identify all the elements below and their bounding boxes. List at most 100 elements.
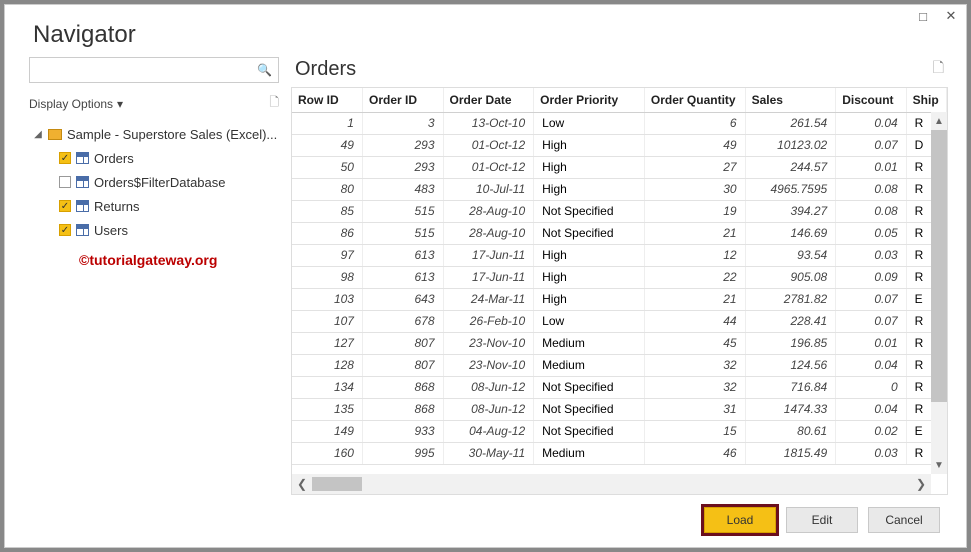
table-row[interactable]: 8551528-Aug-10Not Specified19394.270.08R — [292, 200, 947, 222]
cell: 196.85 — [745, 332, 836, 354]
cell: Not Specified — [534, 376, 645, 398]
table-row[interactable]: 10364324-Mar-11High212781.820.07E — [292, 288, 947, 310]
table-row[interactable]: 8048310-Jul-11High304965.75950.08R — [292, 178, 947, 200]
column-header[interactable]: Row ID — [292, 88, 362, 112]
cell: 716.84 — [745, 376, 836, 398]
cell: 0.02 — [836, 420, 906, 442]
cell: 23-Nov-10 — [443, 354, 534, 376]
cell: 44 — [644, 310, 745, 332]
checkbox[interactable]: ✓ — [59, 224, 71, 236]
table-row[interactable]: 13586808-Jun-12Not Specified311474.330.0… — [292, 398, 947, 420]
table-row[interactable]: 13486808-Jun-12Not Specified32716.840R — [292, 376, 947, 398]
cell: 2781.82 — [745, 288, 836, 310]
cell: 0.04 — [836, 112, 906, 134]
edit-button[interactable]: Edit — [786, 507, 858, 533]
display-options-label: Display Options — [29, 97, 113, 111]
cell: 32 — [644, 376, 745, 398]
cell: 905.08 — [745, 266, 836, 288]
table-row[interactable]: 14993304-Aug-12Not Specified1580.610.02E — [292, 420, 947, 442]
cell: 6 — [644, 112, 745, 134]
cell: 30-May-11 — [443, 442, 534, 464]
tree-item[interactable]: ✓ Returns — [29, 194, 279, 218]
cell: 0.07 — [836, 288, 906, 310]
cell: 0.04 — [836, 398, 906, 420]
vertical-scrollbar[interactable]: ▲ ▼ — [931, 112, 947, 474]
cell: 0 — [836, 376, 906, 398]
cell: 45 — [644, 332, 745, 354]
search-input[interactable] — [36, 63, 257, 77]
tree-item[interactable]: Orders$FilterDatabase — [29, 170, 279, 194]
preview-options-icon[interactable]: 🗋 — [933, 57, 944, 81]
column-header[interactable]: Order Priority — [534, 88, 645, 112]
cell: 995 — [362, 442, 443, 464]
column-header[interactable]: Discount — [836, 88, 906, 112]
scroll-down-icon[interactable]: ▼ — [931, 456, 947, 474]
table-row[interactable]: 4929301-Oct-12High4910123.020.07D — [292, 134, 947, 156]
search-input-container[interactable]: 🔍 — [29, 57, 279, 83]
cell: Not Specified — [534, 200, 645, 222]
column-header[interactable]: Order Quantity — [644, 88, 745, 112]
table-icon — [76, 224, 89, 236]
cell: 22 — [644, 266, 745, 288]
table-row[interactable]: 5029301-Oct-12High27244.570.01R — [292, 156, 947, 178]
page-title: Navigator — [5, 21, 966, 57]
tree-item-label: Returns — [94, 199, 140, 214]
chevron-down-icon: ▾ — [117, 97, 123, 111]
checkbox[interactable]: ✓ — [59, 152, 71, 164]
cell: 24-Mar-11 — [443, 288, 534, 310]
cell: 1474.33 — [745, 398, 836, 420]
checkbox[interactable] — [59, 176, 71, 188]
table-row[interactable]: 12880723-Nov-10Medium32124.560.04R — [292, 354, 947, 376]
cell: 13-Oct-10 — [443, 112, 534, 134]
cell: 0.01 — [836, 332, 906, 354]
cell: 135 — [292, 398, 362, 420]
table-row[interactable]: 9761317-Jun-11High1293.540.03R — [292, 244, 947, 266]
cell: 01-Oct-12 — [443, 156, 534, 178]
scroll-right-icon[interactable]: ❯ — [911, 477, 931, 491]
table-row[interactable]: 16099530-May-11Medium461815.490.03R — [292, 442, 947, 464]
search-icon[interactable]: 🔍 — [257, 63, 272, 77]
load-button[interactable]: Load — [704, 507, 776, 533]
display-options[interactable]: Display Options ▾ 🗋 — [29, 89, 279, 122]
cell: 678 — [362, 310, 443, 332]
cell: 49 — [292, 134, 362, 156]
button-bar: Load Edit Cancel — [5, 495, 966, 547]
table-row[interactable]: 8651528-Aug-10Not Specified21146.690.05R — [292, 222, 947, 244]
tree-item[interactable]: ✓ Orders — [29, 146, 279, 170]
cell: 10123.02 — [745, 134, 836, 156]
collapse-icon[interactable]: ◢ — [33, 129, 43, 140]
cell: 04-Aug-12 — [443, 420, 534, 442]
cell: 643 — [362, 288, 443, 310]
checkbox[interactable]: ✓ — [59, 200, 71, 212]
column-header[interactable]: Order Date — [443, 88, 534, 112]
tree-root[interactable]: ◢ Sample - Superstore Sales (Excel)... — [29, 122, 279, 146]
tree-item-label: Orders$FilterDatabase — [94, 175, 226, 190]
preview-panel: Orders 🗋 Row IDOrder IDOrder DateOrder P… — [291, 57, 948, 495]
navigator-window: □ ✕ Navigator 🔍 Display Options ▾ 🗋 ◢ Sa… — [4, 4, 967, 548]
cell: 128 — [292, 354, 362, 376]
cell: High — [534, 266, 645, 288]
cell: Not Specified — [534, 398, 645, 420]
cell: 08-Jun-12 — [443, 398, 534, 420]
cell: 261.54 — [745, 112, 836, 134]
refresh-icon[interactable]: 🗋 — [269, 93, 279, 114]
horizontal-scrollbar[interactable]: ❮ ❯ — [292, 474, 931, 494]
table-row[interactable]: 12780723-Nov-10Medium45196.850.01R — [292, 332, 947, 354]
scroll-thumb[interactable] — [931, 130, 947, 402]
column-header[interactable]: Order ID — [362, 88, 443, 112]
table-row[interactable]: 1313-Oct-10Low6261.540.04R — [292, 112, 947, 134]
cell: 17-Jun-11 — [443, 266, 534, 288]
scroll-up-icon[interactable]: ▲ — [931, 112, 947, 130]
table-row[interactable]: 10767826-Feb-10Low44228.410.07R — [292, 310, 947, 332]
column-header[interactable]: Sales — [745, 88, 836, 112]
scroll-left-icon[interactable]: ❮ — [292, 477, 312, 491]
hscroll-thumb[interactable] — [312, 477, 362, 491]
cell: 98 — [292, 266, 362, 288]
cell: 1 — [292, 112, 362, 134]
cell: Medium — [534, 442, 645, 464]
cancel-button[interactable]: Cancel — [868, 507, 940, 533]
tree-item[interactable]: ✓Users — [29, 218, 279, 242]
column-header[interactable]: Ship — [906, 88, 946, 112]
tree-item-label: Orders — [94, 151, 134, 166]
table-row[interactable]: 9861317-Jun-11High22905.080.09R — [292, 266, 947, 288]
